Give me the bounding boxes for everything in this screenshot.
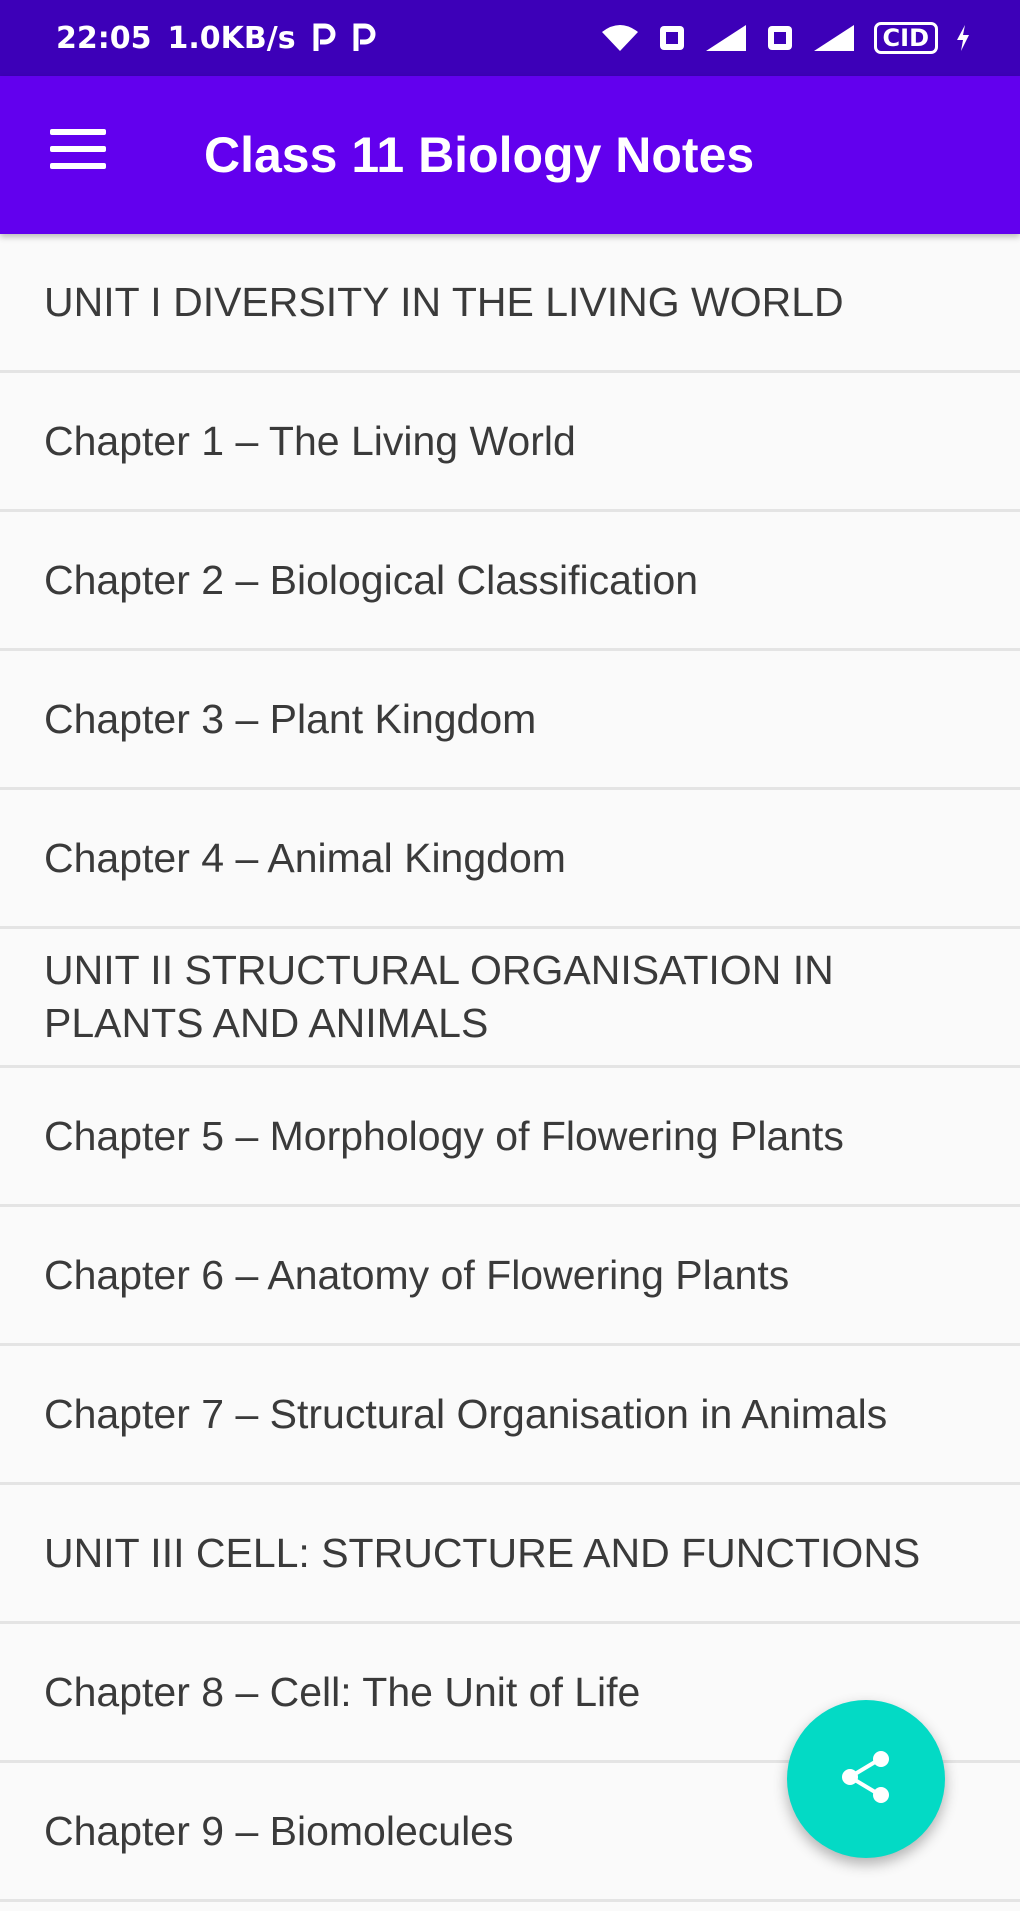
status-bar: 22:05 1.0KB/s CID [0,0,1020,76]
list-item-chapter-1[interactable]: Chapter 1 – The Living World [0,373,1020,512]
p-icon [352,23,376,53]
list-item-label: UNIT I DIVERSITY IN THE LIVING WORLD [44,278,844,325]
list-item-chapter-3[interactable]: Chapter 3 – Plant Kingdom [0,651,1020,790]
network-speed: 1.0KB/s [167,20,296,56]
list-item-unit-1[interactable]: UNIT I DIVERSITY IN THE LIVING WORLD [0,234,1020,373]
list-item-label: Chapter 8 – Cell: The Unit of Life [44,1668,641,1715]
app-title: Class 11 Biology Notes [204,127,755,183]
list-item-label: Chapter 9 – Biomolecules [44,1807,514,1854]
list-item-label: Chapter 5 – Morphology of Flowering Plan… [44,1112,844,1159]
share-icon [836,1747,896,1812]
list-item-label: Chapter 1 – The Living World [44,417,576,464]
signal-icon [812,23,856,53]
list-item-label: Chapter 7 – Structural Organisation in A… [44,1390,888,1437]
list-item-label: Chapter 3 – Plant Kingdom [44,695,537,742]
list-item-label: Chapter 2 – Biological Classification [44,556,699,603]
charging-icon [956,25,970,51]
list-item-unit-2[interactable]: UNIT II STRUCTURAL ORGANISATION IN PLANT… [0,929,1020,1068]
signal-icon [704,23,748,53]
status-time: 22:05 [56,20,152,56]
share-button[interactable] [787,1700,945,1858]
p-icon [312,23,336,53]
hamburger-menu-icon [50,127,106,176]
list-item-chapter-7[interactable]: Chapter 7 – Structural Organisation in A… [0,1346,1020,1485]
chapter-list: UNIT I DIVERSITY IN THE LIVING WORLD Cha… [0,234,1020,1902]
app-bar: Class 11 Biology Notes [0,76,1020,234]
list-item-unit-3[interactable]: UNIT III CELL: STRUCTURE AND FUNCTIONS [0,1485,1020,1624]
volte-icon [766,23,794,53]
list-item-label: UNIT III CELL: STRUCTURE AND FUNCTIONS [44,1529,921,1576]
wifi-icon [600,23,640,53]
status-right: CID [600,22,970,54]
list-item-label: UNIT II STRUCTURAL ORGANISATION IN PLANT… [44,947,834,1046]
list-item-chapter-5[interactable]: Chapter 5 – Morphology of Flowering Plan… [0,1068,1020,1207]
list-item-label: Chapter 4 – Animal Kingdom [44,834,566,881]
list-item-chapter-4[interactable]: Chapter 4 – Animal Kingdom [0,790,1020,929]
list-item-chapter-2[interactable]: Chapter 2 – Biological Classification [0,512,1020,651]
battery-icon: CID [873,22,938,54]
list-item-label: Chapter 6 – Anatomy of Flowering Plants [44,1251,790,1298]
status-left: 22:05 1.0KB/s [56,21,376,56]
menu-button[interactable] [50,128,106,174]
list-item-chapter-6[interactable]: Chapter 6 – Anatomy of Flowering Plants [0,1207,1020,1346]
volte-icon [658,23,686,53]
